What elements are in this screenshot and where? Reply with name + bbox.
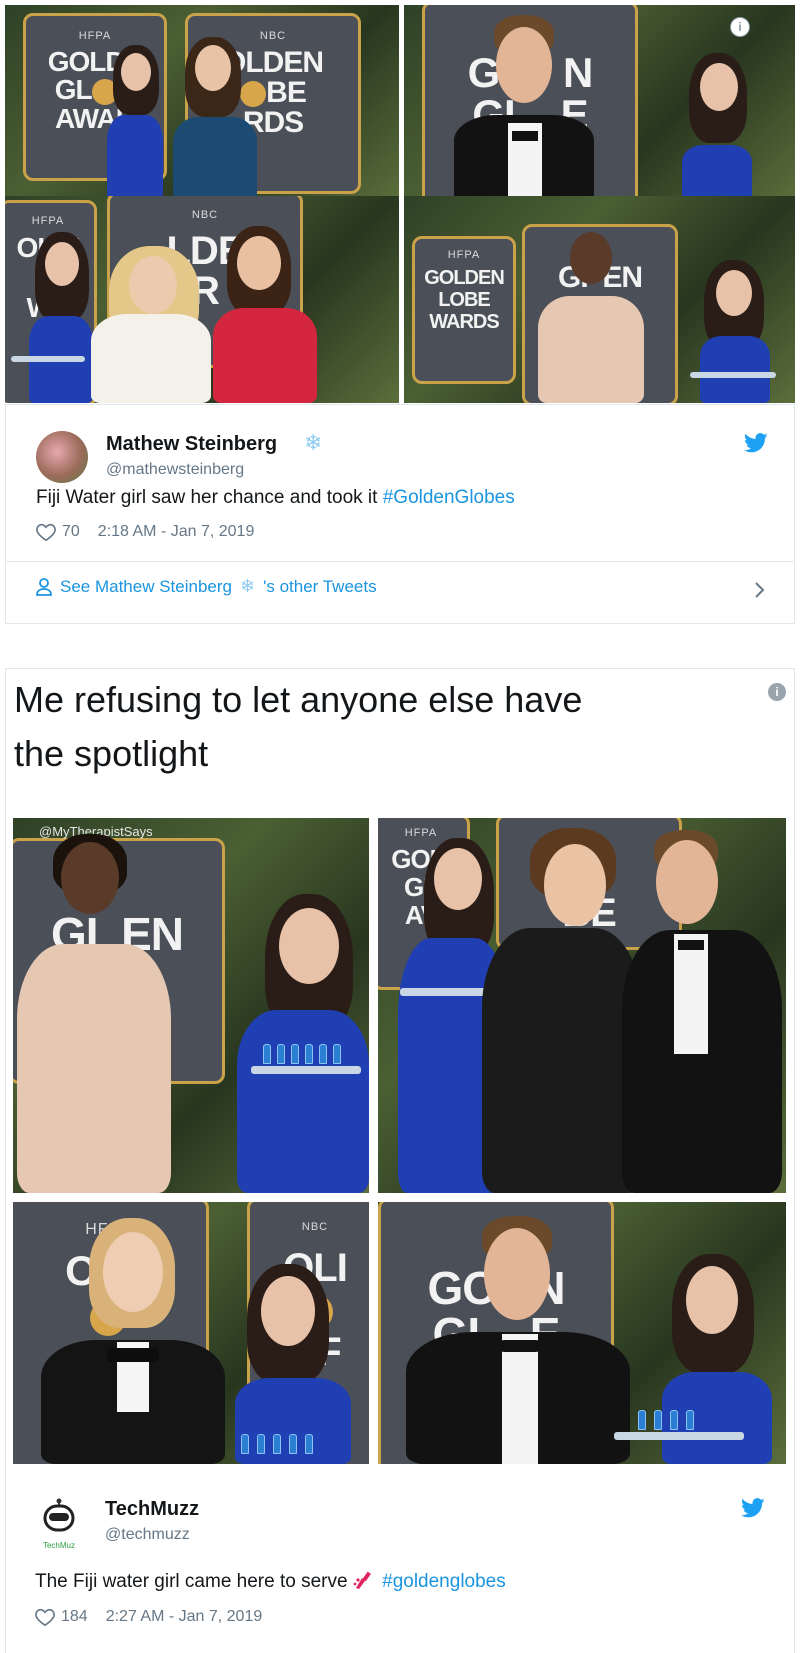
info-icon[interactable]: i xyxy=(768,683,786,701)
photo-3[interactable]: HFPA OLDIWA NBC LDER xyxy=(5,196,399,403)
photo-4[interactable]: HFPA GOLDEN LOBE WARDS GI EN xyxy=(404,196,795,403)
golden-globes-backdrop: HFPA GOLDEN LOBE WARDS xyxy=(412,236,516,384)
meme-caption-line-1: Me refusing to let anyone else have xyxy=(14,679,583,720)
snowflake-icon: ❄ xyxy=(304,430,323,455)
meme-photo-3[interactable]: HFPA OLDW NBC OLIAF xyxy=(13,1202,369,1464)
tweet-text: Fiji Water girl saw her chance and took … xyxy=(36,487,515,509)
author-handle[interactable]: @techmuzz xyxy=(105,1526,190,1544)
like-count: 70 xyxy=(62,523,80,540)
timestamp[interactable]: 2:27 AM - Jan 7, 2019 xyxy=(106,1608,263,1626)
heart-icon[interactable] xyxy=(35,1608,55,1626)
hashtag-link[interactable]: #GoldenGlobes xyxy=(383,487,515,508)
timestamp[interactable]: 2:18 AM - Jan 7, 2019 xyxy=(98,523,255,541)
snowflake-icon: ❄ xyxy=(240,576,256,596)
avatar[interactable] xyxy=(36,431,88,483)
tweet-1-card[interactable]: Mathew Steinberg ❄ @mathewsteinberg Fiji… xyxy=(5,404,795,624)
info-icon[interactable]: i xyxy=(730,17,750,37)
photo-2[interactable]: GO NGL E i xyxy=(404,5,795,201)
robot-avatar-icon xyxy=(43,1498,75,1532)
tweet-text: The Fiji water girl came here to serve #… xyxy=(35,1570,506,1593)
meme-photo-1[interactable]: GI EN @MyTherapistSays xyxy=(13,818,369,1193)
meme-photo-4[interactable]: GO NGL E xyxy=(378,1202,786,1464)
person-icon xyxy=(36,577,52,596)
tweet-1-photo-grid[interactable]: HFPA GOLDEGLEAWAR NBC OLDENBERDS GO NGL … xyxy=(0,0,800,405)
heart-icon[interactable] xyxy=(36,523,56,541)
other-tweets-link[interactable]: See Mathew Steinberg ❄ 's other Tweets xyxy=(36,576,377,597)
like-count: 184 xyxy=(61,1608,88,1625)
avatar-label: TechMuz xyxy=(42,1541,75,1550)
twitter-bird-icon[interactable] xyxy=(744,433,768,453)
divider xyxy=(6,561,794,562)
nail-polish-emoji-icon xyxy=(353,1571,371,1589)
author-name[interactable]: Mathew Steinberg xyxy=(106,433,277,456)
tweet-meta: 70 2:18 AM - Jan 7, 2019 xyxy=(36,523,254,541)
tweet-body: Fiji Water girl saw her chance and took … xyxy=(36,487,383,508)
chevron-right-icon[interactable] xyxy=(754,581,766,599)
other-tweets-suffix[interactable]: 's other Tweets xyxy=(263,577,377,597)
tweet-body: The Fiji water girl came here to serve xyxy=(35,1571,353,1592)
twitter-bird-icon[interactable] xyxy=(741,1498,765,1518)
meme-caption-line-2: the spotlight xyxy=(14,733,209,774)
other-tweets-prefix[interactable]: See Mathew Steinberg xyxy=(60,577,232,597)
tweet-2-author[interactable]: TechMuz TechMuzz @techmuzz The Fiji wate… xyxy=(5,1476,793,1652)
avatar[interactable]: TechMuz xyxy=(31,1498,87,1554)
author-name[interactable]: TechMuzz xyxy=(105,1498,199,1521)
hashtag-link[interactable]: #goldenglobes xyxy=(382,1571,506,1592)
tweet-meta: 184 2:27 AM - Jan 7, 2019 xyxy=(35,1608,262,1626)
meme-photo-2[interactable]: HFPA GOLIGLAV NBE xyxy=(378,818,786,1193)
photo-1[interactable]: HFPA GOLDEGLEAWAR NBC OLDENBERDS xyxy=(5,5,399,201)
author-handle[interactable]: @mathewsteinberg xyxy=(106,461,244,479)
